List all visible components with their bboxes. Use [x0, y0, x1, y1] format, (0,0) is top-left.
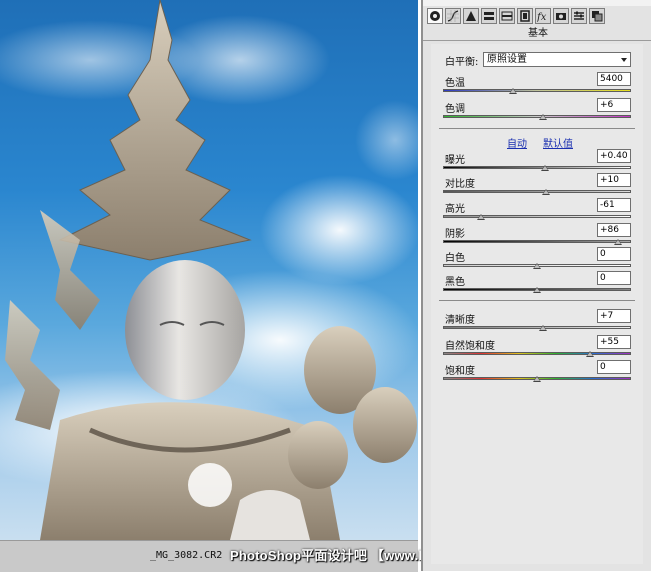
whites-slider-thumb[interactable]	[533, 263, 541, 269]
saturation-label: 饱和度	[445, 366, 475, 377]
clarity-slider-thumb[interactable]	[538, 325, 547, 331]
highlights-slider-track	[443, 215, 631, 218]
divider	[439, 300, 635, 301]
panel-body	[431, 44, 643, 564]
tint-label: 色调	[445, 104, 465, 115]
whites-field[interactable]: 0	[597, 247, 631, 261]
photo-preview	[0, 0, 418, 540]
saturation-slider-thumb[interactable]	[533, 376, 541, 382]
white-balance-select[interactable]: 原照设置	[483, 52, 631, 67]
contrast-field[interactable]: +10	[597, 173, 631, 187]
vibrance-slider-track	[443, 352, 631, 355]
exposure-label: 曝光	[445, 155, 465, 166]
detail-icon[interactable]	[463, 8, 479, 24]
tint-slider-thumb[interactable]	[538, 114, 547, 120]
vibrance-label: 自然饱和度	[445, 341, 495, 352]
clarity-label: 清晰度	[445, 315, 475, 326]
vibrance-slider-thumb[interactable]	[585, 351, 594, 357]
vibrance-field[interactable]: +55	[597, 335, 631, 349]
tint-field[interactable]: +6	[597, 98, 631, 112]
saturation-field[interactable]: 0	[597, 360, 631, 374]
temperature-field[interactable]: 5400	[597, 72, 631, 86]
exposure-slider-track	[443, 166, 631, 169]
temperature-slider-thumb[interactable]	[508, 88, 517, 94]
highlights-field[interactable]: -61	[597, 198, 631, 212]
blacks-label: 黑色	[445, 277, 465, 288]
presets-icon[interactable]	[571, 8, 587, 24]
highlights-label: 高光	[445, 204, 465, 215]
exposure-field[interactable]: +0.40	[597, 149, 631, 163]
shadows-slider-track	[443, 240, 631, 243]
whites-label: 白色	[445, 253, 465, 264]
panel-tab-toolbar: fx	[427, 8, 605, 26]
lens-icon[interactable]	[517, 8, 533, 24]
temperature-slider-track	[443, 89, 631, 92]
temperature-label: 色温	[445, 78, 465, 89]
contrast-label: 对比度	[445, 179, 475, 190]
tone-curve-icon[interactable]	[445, 8, 461, 24]
panel-top-strip	[423, 0, 651, 6]
tint-slider-track	[443, 115, 631, 118]
default-link[interactable]: 默认值	[543, 135, 573, 150]
chevron-down-icon	[621, 58, 627, 62]
photo-image	[0, 0, 418, 540]
auto-link[interactable]: 自动	[507, 135, 527, 150]
divider	[439, 128, 635, 129]
contrast-slider-thumb[interactable]	[542, 189, 551, 195]
clarity-slider-track	[443, 326, 631, 329]
contrast-slider-track	[443, 190, 631, 193]
svg-text:fx: fx	[537, 12, 547, 22]
snapshots-icon[interactable]	[589, 8, 605, 24]
camera-calibration-icon[interactable]	[553, 8, 569, 24]
blacks-slider-thumb[interactable]	[533, 287, 541, 293]
panel-title: 基本	[423, 28, 651, 41]
white-balance-label: 白平衡:	[445, 57, 479, 68]
clarity-field[interactable]: +7	[597, 309, 631, 323]
filename-label: _MG_3082.CR2	[150, 550, 223, 561]
shadows-field[interactable]: +86	[597, 223, 631, 237]
shadows-slider-thumb[interactable]	[613, 239, 622, 245]
hsl-icon[interactable]	[481, 8, 497, 24]
fx-icon[interactable]: fx	[535, 8, 551, 24]
highlights-slider-thumb[interactable]	[476, 214, 485, 220]
shadows-label: 阴影	[445, 229, 465, 240]
white-balance-value: 原照设置	[487, 54, 527, 65]
split-toning-icon[interactable]	[499, 8, 515, 24]
camera-raw-panel: fx 基本 白平衡: 原照设置 色温 5400 色调 +6 自动 默认值 曝光 …	[421, 0, 651, 571]
basic-icon[interactable]	[427, 8, 443, 24]
exposure-slider-thumb[interactable]	[540, 165, 549, 171]
blacks-field[interactable]: 0	[597, 271, 631, 285]
